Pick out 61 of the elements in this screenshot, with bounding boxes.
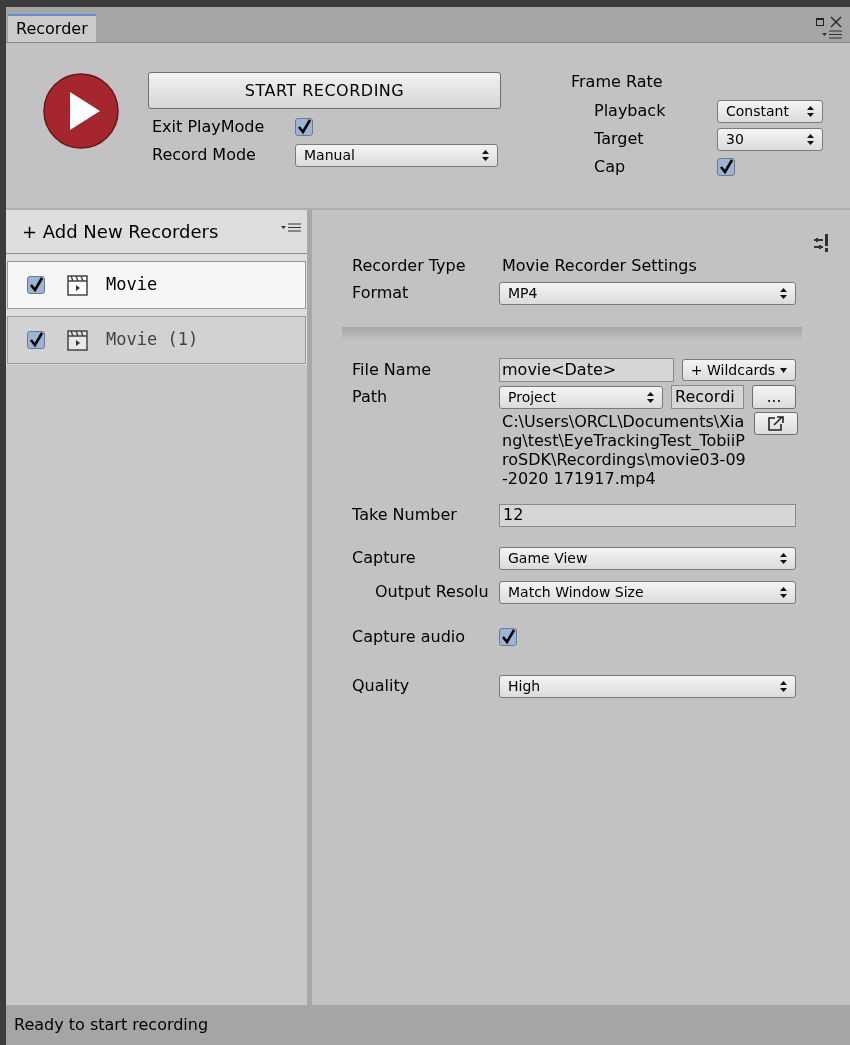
dropdown[interactable]: Project [499, 385, 663, 409]
field-label: Format [352, 282, 410, 304]
field-label: Exit PlayMode [151, 116, 266, 138]
wildcards-button[interactable]: + Wildcards [682, 359, 796, 381]
checkbox[interactable] [499, 628, 517, 646]
stepper-arrows-icon [807, 133, 814, 145]
stepper-arrows-icon [780, 680, 787, 692]
stepper-arrows-icon [807, 105, 814, 117]
stepper-arrows-icon [647, 391, 654, 403]
open-folder-button[interactable] [754, 412, 798, 435]
field-label: Target [594, 128, 645, 150]
status-text: Ready to start recording [14, 1014, 209, 1036]
dropdown[interactable]: Manual [295, 143, 498, 167]
output-path-text: C:\Users\ORCL\Documents\Xiang\test\EyeTrackingTest_TobiiProSDK\Recordings\movie03-09-2020 171917.mp4 [502, 412, 747, 488]
field-label: Quality [352, 675, 411, 697]
field-label: Capture audio [352, 626, 467, 648]
field-label: Path [352, 386, 389, 408]
dropdown[interactable]: Constant [717, 99, 823, 123]
external-link-icon [768, 416, 784, 431]
recorder-type-value: Movie Recorder Settings [502, 255, 697, 277]
caret-icon [780, 367, 788, 373]
checkbox[interactable] [295, 118, 313, 136]
start-recording-button[interactable]: START RECORDING [148, 72, 501, 109]
field-label: Playback [594, 100, 667, 122]
clapperboard-icon [67, 274, 88, 296]
menu-icon[interactable] [822, 30, 842, 39]
file-name-field[interactable]: movie<Date> [499, 358, 674, 382]
dropdown[interactable]: Game View [499, 546, 796, 570]
field-label: File Name [352, 359, 433, 381]
maximize-icon[interactable] [816, 18, 824, 26]
stepper-arrows-icon [780, 552, 787, 564]
field-label: Output Resolu [374, 581, 490, 603]
preset-settings-icon[interactable] [814, 234, 829, 252]
checkbox[interactable] [27, 276, 45, 294]
dropdown[interactable]: Match Window Size [499, 580, 796, 604]
close-icon[interactable] [830, 16, 842, 28]
recorder-name: Movie (1) [106, 328, 199, 352]
stepper-arrows-icon [780, 586, 787, 598]
field-label: Capture [352, 547, 417, 569]
recorder-item[interactable]: Movie (1) [7, 316, 306, 364]
take-number-field[interactable]: 12 [499, 503, 796, 527]
menu-icon[interactable] [281, 223, 301, 232]
window-tab[interactable]: Recorder [8, 14, 96, 42]
dropdown[interactable]: 30 [717, 127, 823, 151]
field-label: Recorder Type [352, 255, 467, 277]
dropdown[interactable]: High [499, 674, 796, 698]
play-icon[interactable] [43, 73, 119, 149]
checkbox[interactable] [717, 158, 735, 176]
field-label: Record Mode [151, 144, 257, 166]
field-label: Frame Rate [571, 71, 664, 93]
field-label: Cap [594, 156, 627, 178]
folder-field[interactable]: Recordi [671, 385, 744, 409]
field-label: Take Number [352, 504, 458, 526]
stepper-arrows-icon [780, 287, 787, 299]
clapperboard-icon [67, 329, 88, 351]
dropdown[interactable]: MP4 [499, 281, 796, 305]
recorder-item[interactable]: Movie [7, 261, 306, 309]
checkbox[interactable] [27, 331, 45, 349]
browse-button[interactable]: ... [752, 385, 796, 409]
stepper-arrows-icon [482, 149, 489, 161]
recorder-name: Movie [106, 273, 158, 297]
